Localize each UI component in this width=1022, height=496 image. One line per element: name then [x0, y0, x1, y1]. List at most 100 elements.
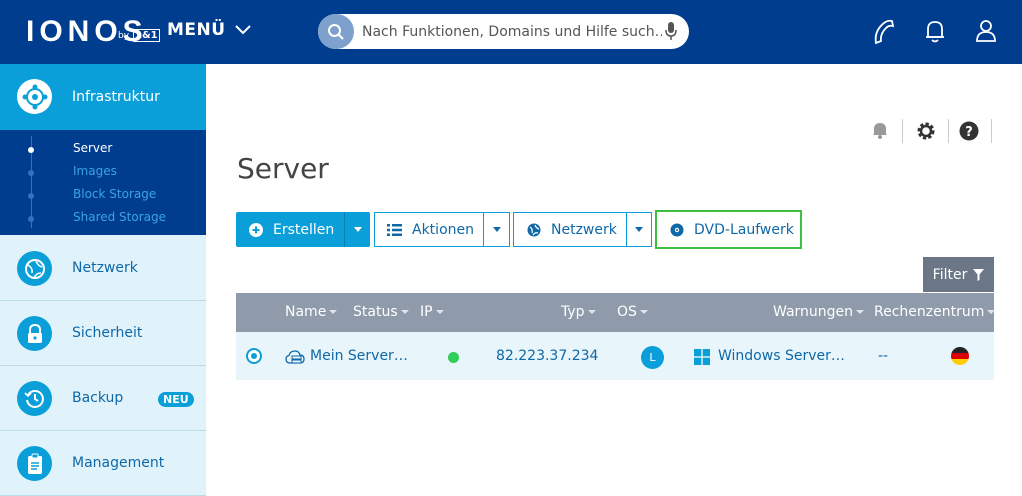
subnav-item-server[interactable]: Server [0, 138, 206, 161]
sidebar-item-management[interactable]: Management [0, 431, 206, 496]
svg-text:?: ? [965, 125, 973, 140]
sidebar-item-label: Netzwerk [72, 260, 138, 276]
column-header-datacenter[interactable]: Rechenzentrum [874, 304, 996, 320]
filter-button[interactable]: Filter [923, 257, 994, 292]
notification-bell-icon[interactable] [872, 121, 888, 139]
sidebar-item-label: Sicherheit [72, 325, 143, 341]
help-icon[interactable]: ? [959, 121, 979, 141]
column-header-warnings[interactable]: Warnungen [773, 304, 865, 320]
column-label: Rechenzentrum [874, 304, 985, 320]
sidebar-item-label: Management [72, 455, 165, 471]
sidebar-item-infrastructure[interactable]: Infrastruktur [0, 64, 206, 130]
caret-down-icon [635, 227, 643, 232]
network-button[interactable]: Netzwerk [513, 212, 627, 247]
sort-caret-icon [856, 310, 865, 314]
create-dropdown-button[interactable] [344, 212, 370, 247]
column-header-ip[interactable]: IP [420, 304, 444, 320]
user-icon[interactable] [975, 19, 997, 43]
subnav-item-shared-storage[interactable]: Shared Storage [0, 207, 206, 230]
subnav-dot [28, 147, 34, 153]
phone-icon[interactable] [872, 19, 896, 45]
menu-button[interactable]: MENÜ [167, 20, 252, 40]
main-content: ? Server Erstellen Aktionen Netzwerk DVD… [206, 64, 1022, 496]
lock-icon [17, 316, 52, 351]
sidebar-item-label: Backup [72, 390, 124, 406]
sidebar-item-network[interactable]: Netzwerk [0, 236, 206, 301]
plus-circle-icon [249, 222, 263, 237]
actions-button[interactable]: Aktionen [374, 212, 484, 247]
os-badge: L [641, 346, 664, 369]
server-icon [285, 350, 305, 364]
sort-caret-icon [400, 310, 409, 314]
subnav-label: Shared Storage [73, 210, 167, 224]
column-label: Status [353, 304, 398, 320]
table-header: Name Status IP Typ OS Warnungen Rechenze… [236, 293, 996, 332]
server-name-link[interactable]: Mein Server… [310, 348, 408, 364]
subnav-label: Images [73, 164, 117, 178]
subnav-label: Block Storage [73, 187, 157, 201]
toolbar-divider [902, 119, 903, 143]
new-badge: NEU [158, 392, 194, 407]
caret-down-icon [353, 227, 362, 232]
search-icon[interactable] [318, 14, 354, 49]
sort-caret-icon [435, 310, 444, 314]
toolbar-divider [948, 119, 949, 143]
backup-clock-icon [17, 381, 52, 416]
network-globe-icon [527, 223, 541, 236]
search-input[interactable] [362, 14, 662, 49]
server-warnings: -- [878, 348, 889, 364]
sidebar-item-security[interactable]: Sicherheit [0, 301, 206, 366]
top-bar: IONOS by 1&1 MENÜ [0, 0, 1022, 64]
table-row[interactable]: Mein Server… 82.223.37.234 L Windows Ser… [236, 332, 994, 380]
list-icon [387, 223, 402, 236]
row-select-radio[interactable] [246, 348, 262, 364]
subnav-item-block-storage[interactable]: Block Storage [0, 184, 206, 207]
server-type: Windows Server… [718, 348, 845, 364]
subnav-items: Server Images Block Storage Shared Stora… [0, 130, 206, 235]
logo-partner: 1&1 [133, 29, 160, 42]
create-button[interactable]: Erstellen [236, 212, 344, 247]
column-label: Typ [561, 304, 585, 320]
microphone-icon[interactable] [665, 22, 677, 41]
disc-icon [670, 223, 684, 236]
menu-label: MENÜ [167, 20, 226, 40]
network-dropdown-button[interactable] [626, 212, 652, 247]
subnav-label: Server [73, 141, 113, 155]
network-globe-icon [17, 251, 52, 286]
sidebar-nav-list: Netzwerk Sicherheit Backup NEU Managemen… [0, 236, 206, 496]
ionos-logo[interactable]: IONOS [26, 15, 148, 49]
sort-caret-icon [987, 310, 996, 314]
clipboard-icon [17, 446, 52, 481]
sort-caret-icon [639, 310, 648, 314]
column-header-name[interactable]: Name [285, 304, 338, 320]
germany-flag-icon [951, 347, 969, 365]
gear-icon[interactable] [915, 120, 937, 142]
subnav-dot [28, 216, 34, 222]
actions-button-label: Aktionen [412, 221, 474, 238]
column-header-status[interactable]: Status [353, 304, 409, 320]
column-header-type[interactable]: Typ [561, 304, 596, 320]
network-button-label: Netzwerk [551, 221, 617, 238]
caret-down-icon [492, 227, 501, 232]
subnav-dot [28, 193, 34, 199]
sort-caret-icon [329, 310, 338, 314]
actions-dropdown-button[interactable] [483, 212, 510, 247]
column-label: IP [420, 304, 433, 320]
dvd-drive-button[interactable]: DVD-Laufwerk [655, 210, 802, 249]
filter-button-label: Filter [932, 266, 968, 283]
subnav-dot [28, 170, 34, 176]
sidebar-item-backup[interactable]: Backup NEU [0, 366, 206, 431]
sort-caret-icon [587, 310, 596, 314]
search-box [318, 14, 689, 49]
chevron-down-icon [234, 25, 251, 35]
subnav-item-images[interactable]: Images [0, 161, 206, 184]
sidebar-item-label: Infrastruktur [72, 89, 160, 105]
column-header-os[interactable]: OS [617, 304, 648, 320]
dvd-drive-button-label: DVD-Laufwerk [694, 221, 794, 238]
column-label: Name [285, 304, 327, 320]
infrastructure-icon [17, 79, 52, 114]
bell-icon[interactable] [925, 19, 945, 43]
funnel-icon [973, 268, 985, 281]
logo-by-text: by [118, 31, 130, 41]
windows-icon [694, 349, 710, 365]
